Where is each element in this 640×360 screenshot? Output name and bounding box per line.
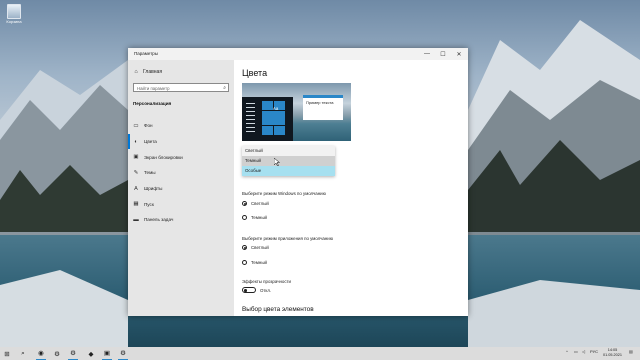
sidebar-item-themes[interactable]: ✎ Темы [128,165,234,181]
sidebar-item-background[interactable]: ▭ Фон [128,118,234,134]
terminal-icon[interactable]: ▣ [102,347,112,360]
windows-mode-dark-radio[interactable]: Темный [242,215,267,220]
sidebar-item-taskbar[interactable]: ▬ Панель задач [128,212,234,228]
preview-sample-text: Пример текста [306,100,334,105]
home-link[interactable]: ⌂ Главная [133,69,162,75]
sidebar-section-title: Персонализация [133,101,172,106]
sidebar-nav: ▭ Фон ◐ Цвета ▣ Экран блокировки ✎ Темы … [128,118,234,228]
window-title: Параметры [134,51,158,56]
notifications-icon[interactable]: ▤ [629,349,633,354]
dropdown-option-custom[interactable]: Особые [242,166,335,176]
home-icon: ⌂ [134,69,138,75]
app-icon[interactable]: ◆ [86,347,96,360]
windows-mode-light-radio[interactable]: Светлый [242,201,269,206]
close-button[interactable]: ✕ [452,49,466,59]
sidebar-item-lock-screen[interactable]: ▣ Экран блокировки [128,149,234,165]
radio-label: Темный [251,260,267,265]
palette-icon: ◐ [134,138,138,145]
sidebar-item-label: Пуск [144,201,154,207]
theme-preview: Aa Пример текста [242,83,351,141]
settings-icon[interactable]: ⚙ [118,347,128,360]
radio-label: Темный [251,215,267,220]
chrome-icon[interactable]: ◉ [36,347,46,360]
mouse-cursor-icon [274,158,280,166]
transparency-label: Эффекты прозрачности [242,279,292,284]
toggle-switch-icon [242,287,256,293]
sidebar-item-label: Шрифты [144,186,163,192]
sidebar-item-fonts[interactable]: A Шрифты [128,181,234,197]
image-icon: ▭ [133,122,139,129]
tray-chevron-icon[interactable]: ^ [566,349,568,354]
transparency-toggle[interactable]: Откл. [242,287,271,293]
app-mode-dark-radio[interactable]: Темный [242,260,267,265]
sidebar-item-start[interactable]: ▦ Пуск [128,196,234,212]
radio-label: Светлый [251,201,269,206]
home-label: Главная [143,69,163,75]
radio-empty-icon [242,215,247,220]
preview-tile [274,126,285,135]
radio-selected-icon [242,201,247,206]
settings-content: Цвета Aa Пример текста Светлый Темный Ос… [234,60,468,316]
app-mode-light-radio[interactable]: Светлый [242,245,269,250]
preview-tile-text: Aa [273,106,279,111]
sidebar-item-label: Экран блокировки [144,154,183,160]
steam-icon[interactable]: ⚙ [52,347,62,360]
radio-selected-icon [242,245,247,250]
language-indicator[interactable]: РУС [590,349,598,354]
sidebar-item-label: Фон [144,123,153,129]
preview-start-menu [242,97,293,141]
volume-icon[interactable]: ◁ [582,349,585,354]
sidebar-item-colors[interactable]: ◐ Цвета [128,133,234,150]
settings-sidebar: ⌂ Главная Найти параметр ⌕ Персонализаци… [128,60,234,316]
page-title: Цвета [242,68,268,78]
maximize-button[interactable]: ☐ [436,49,450,59]
preview-tile [262,101,273,110]
network-icon[interactable]: ▭ [574,349,578,354]
trash-icon [7,4,21,19]
start-button[interactable]: ⊞ [2,347,12,360]
sidebar-item-label: Цвета [144,139,157,145]
taskbar-icon: ▬ [133,216,139,223]
search-icon: ⌕ [223,85,226,91]
toggle-state: Откл. [260,287,272,293]
start-icon: ▦ [133,201,139,208]
app-mode-label: Выберите режим приложения по умолчанию [242,236,334,241]
windows-mode-label: Выберите режим Windows по умолчанию [242,191,326,196]
title-bar[interactable]: Параметры — ☐ ✕ [128,48,468,60]
lock-screen-icon: ▣ [133,154,139,161]
sidebar-item-label: Темы [144,170,156,176]
clock[interactable]: 14:05 01.05.2021 [603,348,622,357]
search-icon[interactable]: ⌕ [18,347,28,360]
font-icon: A [134,185,138,192]
taskbar: ⊞ ⌕ ◉ ⚙ ⚙ ◆ ▣ ⚙ ^ ▭ ◁ РУС 14:05 01.05.20… [0,347,640,360]
search-input[interactable]: Найти параметр ⌕ [133,83,229,92]
radio-label: Светлый [251,245,269,250]
preview-menu-list [246,103,255,133]
color-mode-dropdown[interactable]: Светлый Темный Особые [242,146,335,176]
dropdown-option-light[interactable]: Светлый [242,146,335,156]
sidebar-item-label: Панель задач [144,217,174,223]
clock-date: 01.05.2021 [603,352,623,357]
radio-empty-icon [242,260,247,265]
preview-window: Пример текста [303,95,343,120]
settings-window: Параметры — ☐ ✕ ⌂ Главная Найти параметр… [128,48,468,316]
minimize-button[interactable]: — [420,49,434,59]
dropdown-option-dark[interactable]: Темный [242,156,335,166]
recycle-bin-icon[interactable]: Корзина [2,4,26,24]
accent-color-heading: Выбор цвета элементов [242,306,314,313]
search-placeholder: Найти параметр [137,85,170,91]
brush-icon: ✎ [133,169,139,176]
preview-tile [262,126,273,135]
preview-tile [262,111,285,125]
steam-icon-2[interactable]: ⚙ [68,347,78,360]
recycle-bin-label: Корзина [6,19,22,24]
